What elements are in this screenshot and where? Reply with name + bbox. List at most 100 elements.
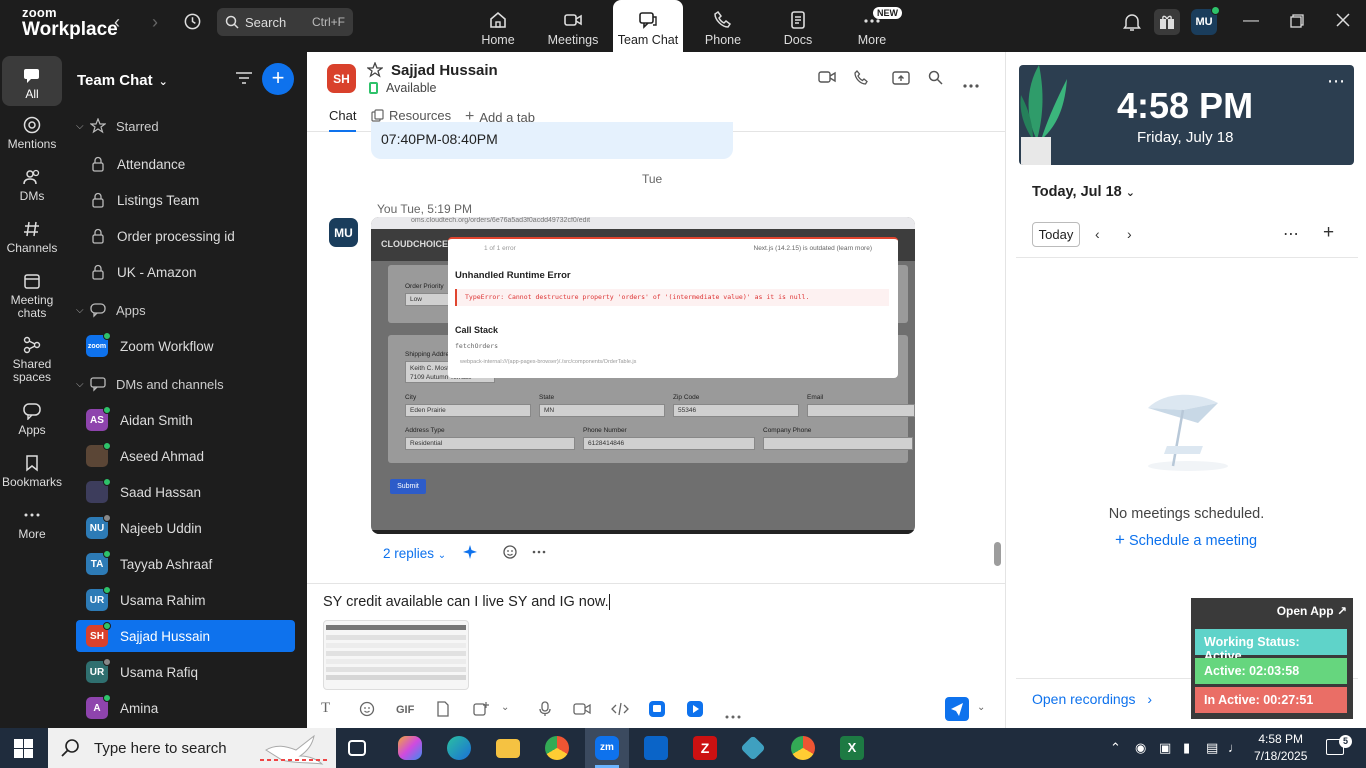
- rail-dms[interactable]: DMs: [2, 168, 62, 203]
- chat-scrollbar[interactable]: [994, 542, 1001, 566]
- share-screen-icon[interactable]: [892, 70, 910, 89]
- contact-name[interactable]: Sajjad Hussain: [391, 62, 498, 79]
- video-call-icon[interactable]: [818, 70, 836, 87]
- chevron-down-icon[interactable]: ⌄: [501, 702, 509, 713]
- tab-meetings[interactable]: Meetings: [538, 0, 608, 52]
- clips-icon[interactable]: [687, 701, 703, 720]
- edge-icon[interactable]: [437, 728, 481, 768]
- more-icon[interactable]: [532, 550, 546, 554]
- app-diamond-icon[interactable]: [732, 728, 776, 768]
- today-button[interactable]: Today: [1032, 222, 1080, 247]
- phone-call-icon[interactable]: [853, 70, 869, 89]
- dm-item[interactable]: Saad Hassan: [76, 476, 295, 508]
- send-button[interactable]: [945, 697, 969, 721]
- search-box[interactable]: Search Ctrl+F: [217, 8, 353, 36]
- chrome-profile-icon[interactable]: [781, 728, 825, 768]
- dm-item[interactable]: Aseed Ahmad: [76, 440, 295, 472]
- schedule-meeting-link[interactable]: + Schedule a meeting: [1115, 530, 1257, 550]
- tab-home[interactable]: Home: [463, 0, 533, 52]
- emoji-icon[interactable]: [359, 701, 375, 720]
- attached-image-thumbnail[interactable]: [323, 620, 469, 690]
- tab-team-chat[interactable]: Team Chat: [613, 0, 683, 52]
- restore-icon[interactable]: [1290, 14, 1304, 31]
- dm-item[interactable]: UR Usama Rahim: [76, 584, 295, 616]
- chevron-left-icon[interactable]: ‹: [1095, 226, 1100, 242]
- file-explorer-icon[interactable]: [486, 728, 530, 768]
- add-event-icon[interactable]: +: [1323, 222, 1334, 244]
- new-chat-button[interactable]: +: [262, 63, 294, 95]
- open-app-button[interactable]: Open App ↗: [1277, 604, 1347, 618]
- whiteboard-icon[interactable]: [649, 701, 665, 720]
- channel-uk-amazon[interactable]: UK - Amazon: [76, 256, 295, 288]
- minimize-icon[interactable]: —: [1243, 12, 1259, 30]
- dm-item[interactable]: A Amina: [76, 692, 295, 724]
- more-icon[interactable]: ⋯: [1283, 224, 1299, 244]
- apps-section[interactable]: ⌵ Apps: [76, 294, 295, 326]
- meet-now-icon[interactable]: ◉: [1135, 740, 1146, 756]
- rail-meeting-chats[interactable]: Meeting chats: [2, 272, 62, 320]
- chrome-icon[interactable]: [535, 728, 579, 768]
- emoji-reaction-icon[interactable]: [502, 544, 518, 560]
- dm-item[interactable]: SH Sajjad Hussain: [76, 620, 295, 652]
- tab-resources[interactable]: Resources: [371, 108, 451, 123]
- code-icon[interactable]: [611, 702, 629, 719]
- channel-order-processing[interactable]: Order processing id: [76, 220, 295, 252]
- star-icon[interactable]: [366, 61, 384, 81]
- dm-item[interactable]: UR Usama Rafiq: [76, 656, 295, 688]
- ai-sparkle-icon[interactable]: [462, 544, 478, 560]
- text-format-icon[interactable]: T: [321, 700, 330, 717]
- task-view-icon[interactable]: [338, 728, 382, 768]
- forward-icon[interactable]: ›: [152, 12, 158, 33]
- compose-input[interactable]: SY credit available can I live SY and IG…: [323, 594, 610, 611]
- gif-icon[interactable]: GIF: [396, 704, 414, 716]
- dms-section[interactable]: ⌵ DMs and channels: [76, 368, 295, 400]
- app-zoom-workflow[interactable]: zoom Zoom Workflow: [76, 330, 295, 362]
- more-icon[interactable]: [725, 708, 741, 722]
- calendar-date-header[interactable]: Today, Jul 18 ⌄: [1032, 184, 1135, 200]
- taskbar-search[interactable]: Type here to search: [48, 728, 336, 768]
- file-icon[interactable]: [436, 701, 450, 720]
- rail-bookmarks[interactable]: Bookmarks: [2, 454, 62, 489]
- attached-screenshot[interactable]: oms.cloudtech.org/orders/6e76a5ad3f0acdd…: [371, 217, 915, 534]
- rail-mentions[interactable]: Mentions: [2, 116, 62, 151]
- microphone-icon[interactable]: [538, 701, 552, 720]
- rail-all[interactable]: All: [2, 56, 62, 106]
- sender-avatar[interactable]: MU: [329, 218, 358, 247]
- starred-section[interactable]: ⌵ Starred: [76, 110, 295, 142]
- chevron-up-icon[interactable]: ⌃: [1110, 740, 1121, 756]
- filezilla-icon[interactable]: Z: [683, 728, 727, 768]
- previous-message-bubble[interactable]: 07:40PM-08:40PM: [371, 122, 733, 159]
- tab-docs[interactable]: Docs: [763, 0, 833, 52]
- outlook-icon[interactable]: [634, 728, 678, 768]
- dm-item[interactable]: AS Aidan Smith: [76, 404, 295, 436]
- screenshot-tool-icon[interactable]: [473, 701, 489, 720]
- close-icon[interactable]: [1336, 13, 1350, 30]
- filter-icon[interactable]: [235, 71, 253, 88]
- rail-more[interactable]: More: [2, 506, 62, 541]
- taskbar-clock[interactable]: 4:58 PM 7/18/2025: [1254, 731, 1307, 765]
- volume-icon[interactable]: ♩: [1228, 740, 1241, 755]
- video-message-icon[interactable]: [573, 702, 591, 719]
- rail-shared-spaces[interactable]: Shared spaces: [2, 336, 62, 384]
- battery-icon[interactable]: ▮: [1183, 740, 1190, 756]
- channel-listings-team[interactable]: Listings Team: [76, 184, 295, 216]
- contact-avatar[interactable]: SH: [327, 64, 356, 93]
- display-icon[interactable]: ▣: [1159, 740, 1171, 756]
- search-icon[interactable]: [928, 70, 943, 88]
- send-options-chevron-icon[interactable]: ⌄: [977, 702, 985, 713]
- channel-attendance[interactable]: Attendance: [76, 148, 295, 180]
- message-composer[interactable]: SY credit available can I live SY and IG…: [307, 583, 1005, 728]
- windows-start-icon[interactable]: [14, 739, 33, 761]
- history-icon[interactable]: [183, 12, 202, 36]
- tab-chat[interactable]: Chat: [329, 108, 357, 132]
- zoom-taskbar-icon[interactable]: zm: [585, 728, 629, 768]
- network-icon[interactable]: ▤: [1206, 740, 1218, 756]
- chevron-right-icon[interactable]: ›: [1127, 226, 1132, 242]
- replies-link[interactable]: 2 replies ⌄: [383, 546, 446, 561]
- more-options-icon[interactable]: [963, 76, 979, 91]
- rail-channels[interactable]: Channels: [2, 220, 62, 255]
- gift-icon[interactable]: [1154, 9, 1180, 35]
- back-icon[interactable]: ‹: [114, 12, 120, 33]
- bell-icon[interactable]: [1123, 12, 1141, 35]
- dm-item[interactable]: NU Najeeb Uddin: [76, 512, 295, 544]
